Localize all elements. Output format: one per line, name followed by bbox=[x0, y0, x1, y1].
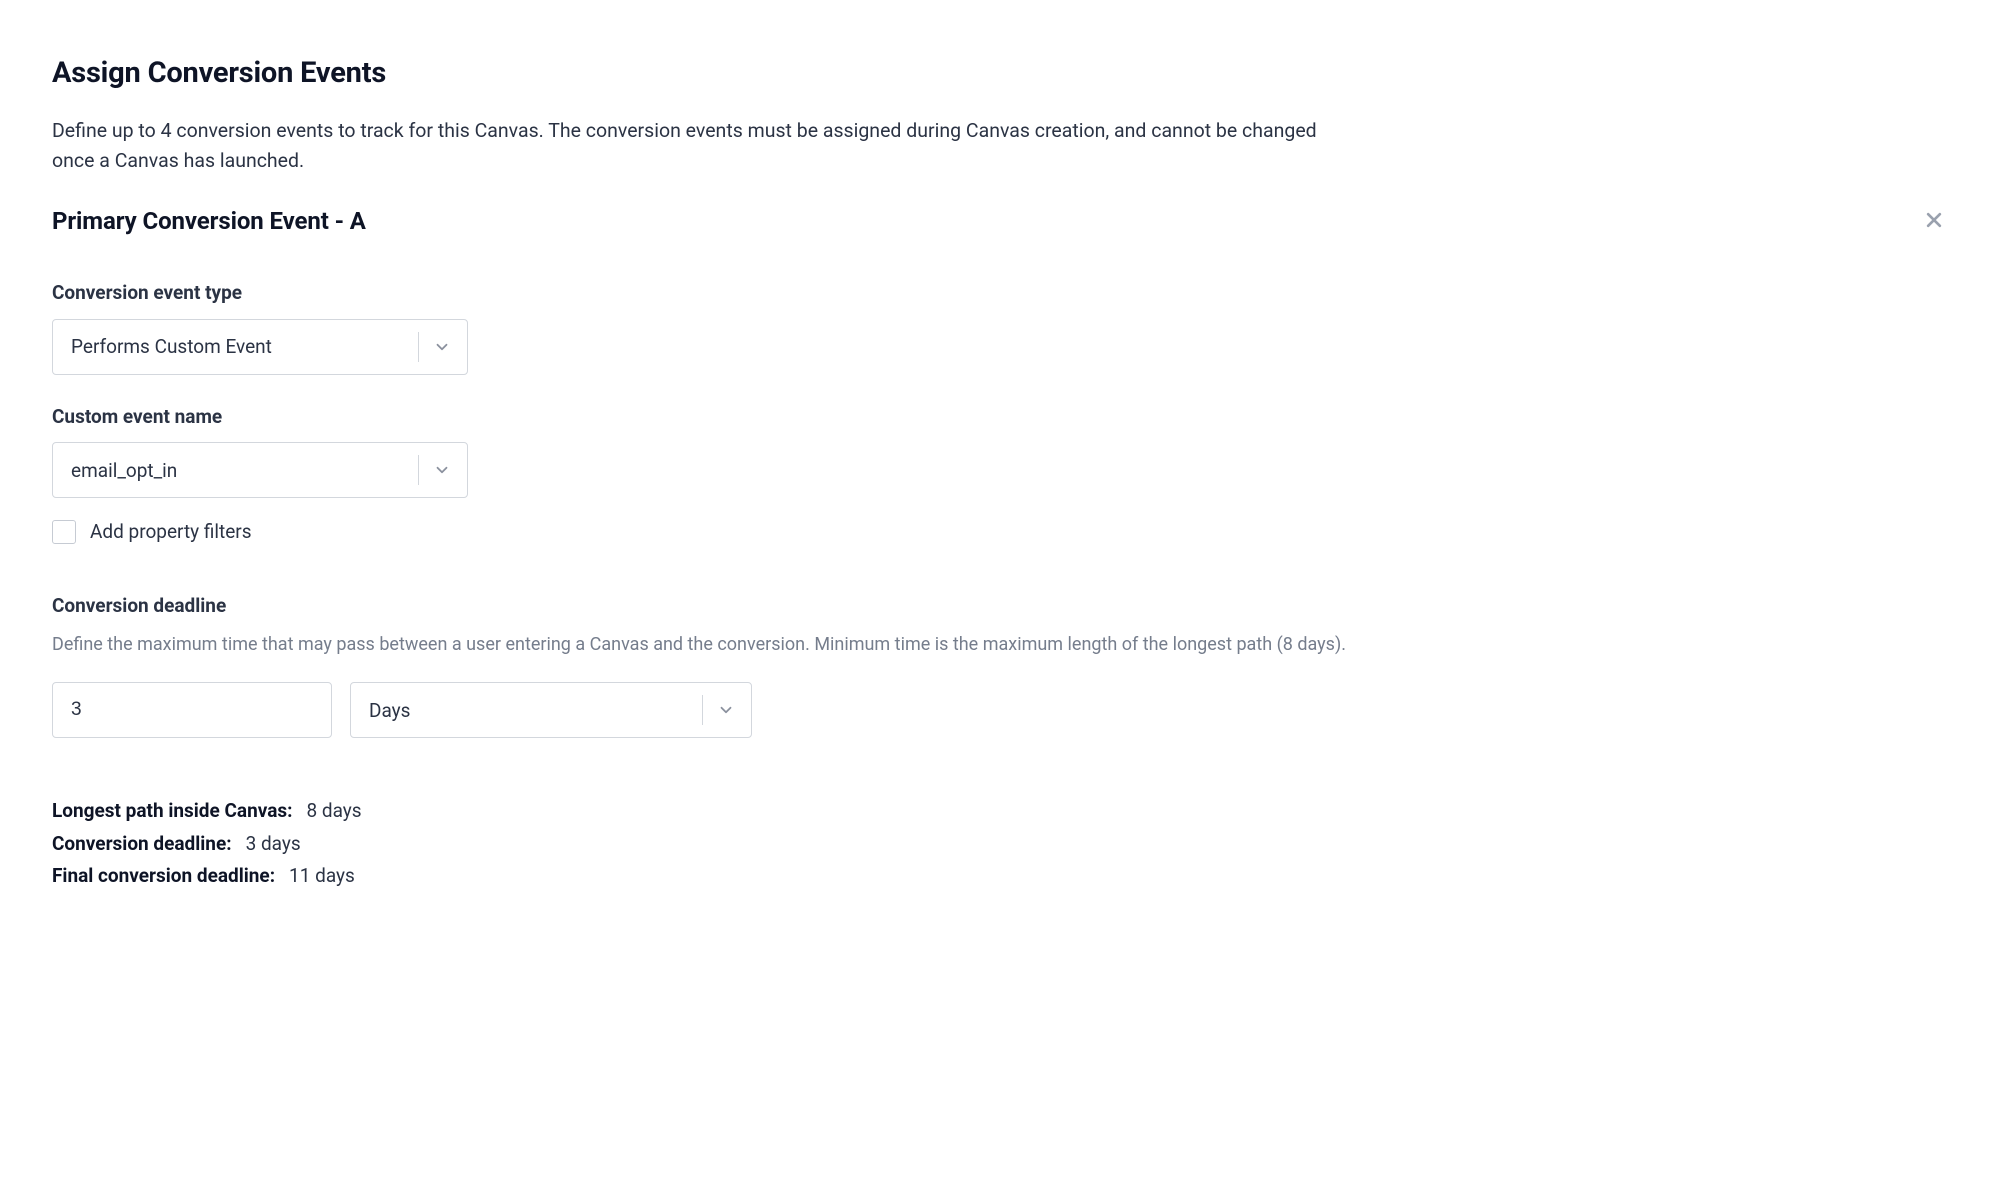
summary-conversion-deadline: Conversion deadline: 3 days bbox=[52, 829, 1948, 859]
deadline-label: Conversion deadline bbox=[52, 592, 1948, 620]
chevron-down-icon bbox=[433, 461, 451, 479]
deadline-help-text: Define the maximum time that may pass be… bbox=[52, 631, 1948, 658]
property-filters-row: Add property filters bbox=[52, 518, 1948, 546]
deadline-unit-select[interactable]: Days bbox=[350, 682, 752, 738]
event-type-field: Conversion event type Performs Custom Ev… bbox=[52, 279, 1948, 375]
page-title: Assign Conversion Events bbox=[52, 52, 1948, 94]
section-header: Primary Conversion Event - A bbox=[52, 204, 1948, 239]
summary-final-deadline-label: Final conversion deadline: bbox=[52, 861, 275, 891]
event-name-label: Custom event name bbox=[52, 403, 1948, 431]
close-button[interactable] bbox=[1920, 206, 1948, 237]
close-icon bbox=[1924, 210, 1944, 233]
event-type-select[interactable]: Performs Custom Event bbox=[52, 319, 468, 375]
deadline-unit-value: Days bbox=[369, 697, 410, 725]
event-type-value: Performs Custom Event bbox=[71, 333, 272, 361]
select-divider bbox=[418, 455, 419, 485]
event-type-label: Conversion event type bbox=[52, 279, 1948, 307]
property-filters-label: Add property filters bbox=[90, 518, 252, 546]
summary-longest-path-label: Longest path inside Canvas: bbox=[52, 796, 293, 826]
deadline-number-input[interactable] bbox=[52, 682, 332, 738]
section-title: Primary Conversion Event - A bbox=[52, 204, 366, 239]
summary-longest-path-value: 8 days bbox=[307, 796, 362, 826]
event-name-value: email_opt_in bbox=[71, 457, 177, 485]
property-filters-checkbox[interactable] bbox=[52, 520, 76, 544]
summary-longest-path: Longest path inside Canvas: 8 days bbox=[52, 796, 1948, 826]
event-name-field: Custom event name email_opt_in Add prope… bbox=[52, 403, 1948, 546]
select-divider bbox=[418, 332, 419, 362]
summary-final-deadline: Final conversion deadline: 11 days bbox=[52, 861, 1948, 891]
deadline-inputs: Days bbox=[52, 682, 1948, 738]
summary-conversion-deadline-value: 3 days bbox=[246, 829, 301, 859]
page-description: Define up to 4 conversion events to trac… bbox=[52, 116, 1352, 176]
summary-conversion-deadline-label: Conversion deadline: bbox=[52, 829, 232, 859]
summary-final-deadline-value: 11 days bbox=[289, 861, 355, 891]
chevron-down-icon bbox=[717, 701, 735, 719]
select-divider bbox=[702, 695, 703, 725]
chevron-down-icon bbox=[433, 338, 451, 356]
deadline-field: Conversion deadline Define the maximum t… bbox=[52, 592, 1948, 739]
summary-block: Longest path inside Canvas: 8 days Conve… bbox=[52, 796, 1948, 891]
event-name-select[interactable]: email_opt_in bbox=[52, 442, 468, 498]
